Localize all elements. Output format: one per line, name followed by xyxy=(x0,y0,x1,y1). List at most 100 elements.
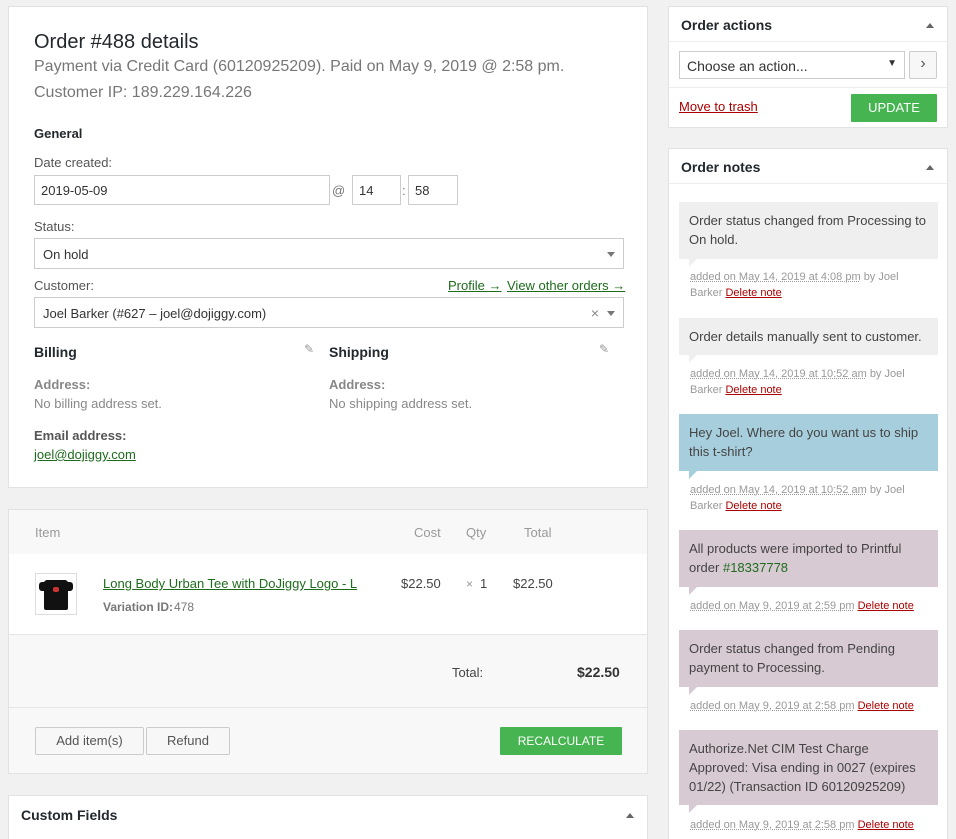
items-actions: Add item(s) Refund RECALCULATE xyxy=(9,707,647,773)
order-action-select-value: Choose an action... xyxy=(687,58,808,74)
custom-fields-title: Custom Fields xyxy=(21,807,117,823)
collapse-arrow-icon[interactable] xyxy=(926,23,934,28)
item-total: $22.50 xyxy=(513,576,553,591)
shipping-address-value: No shipping address set. xyxy=(329,396,472,411)
variation-id: 478 xyxy=(174,600,194,614)
shipping-address-label: Address: xyxy=(329,377,385,392)
date-created-input[interactable]: 2019-05-09 xyxy=(34,175,330,205)
note-date: added on May 9, 2019 at 2:58 pm xyxy=(690,700,855,712)
delete-note-link[interactable]: Delete note xyxy=(858,700,914,712)
times-symbol: × xyxy=(466,577,473,591)
delete-note-link[interactable]: Delete note xyxy=(725,500,781,512)
note-text: Order status changed from Processing to … xyxy=(689,213,926,247)
note-date: added on May 9, 2019 at 2:59 pm xyxy=(690,600,855,612)
total-column-header: Total xyxy=(524,525,551,540)
email-label: Email address: xyxy=(34,428,127,443)
note-date: added on May 9, 2019 at 2:58 pm xyxy=(690,819,855,831)
billing-heading: Billing xyxy=(34,344,77,360)
collapse-arrow-icon[interactable] xyxy=(626,813,634,818)
note-text: Authorize.Net CIM Test Charge Approved: … xyxy=(689,741,916,794)
customer-ip: Customer IP: 189.229.164.226 xyxy=(34,84,252,102)
printful-order-link[interactable]: #18337778 xyxy=(723,560,788,575)
chevron-down-icon xyxy=(607,311,615,316)
system-note: All products were imported to Printful o… xyxy=(679,530,938,587)
update-button[interactable]: UPDATE xyxy=(851,94,937,122)
status-select-value: On hold xyxy=(43,247,89,262)
note-date: added on May 14, 2019 at 10:52 am xyxy=(690,484,867,496)
delete-note-link[interactable]: Delete note xyxy=(858,600,914,612)
general-heading: General xyxy=(34,126,82,141)
order-details-panel: Order #488 details Payment via Credit Ca… xyxy=(8,6,648,488)
system-note: Authorize.Net CIM Test Charge Approved: … xyxy=(679,730,938,805)
note-meta: added on May 14, 2019 at 4:08 pm by Joel… xyxy=(690,269,920,301)
note-meta: added on May 14, 2019 at 10:52 am by Joe… xyxy=(690,366,920,398)
status-select[interactable]: On hold xyxy=(34,238,624,269)
cost-column-header: Cost xyxy=(414,525,441,540)
note-date: added on May 14, 2019 at 10:52 am xyxy=(690,368,867,380)
minute-input[interactable]: 58 xyxy=(408,175,458,205)
recalculate-button[interactable]: RECALCULATE xyxy=(500,727,622,755)
customer-select-value: Joel Barker (#627 – joel@dojiggy.com) xyxy=(43,306,266,321)
product-name-link[interactable]: Long Body Urban Tee with DoJiggy Logo - … xyxy=(103,576,357,591)
move-to-trash-link[interactable]: Move to trash xyxy=(679,99,758,114)
billing-address-label: Address: xyxy=(34,377,90,392)
view-other-orders-link[interactable]: View other orders → xyxy=(507,278,625,293)
item-cost: $22.50 xyxy=(401,576,441,591)
system-note: Order status changed from Pending paymen… xyxy=(679,630,938,687)
customer-label: Customer: xyxy=(34,278,94,293)
shipping-heading: Shipping xyxy=(329,344,389,360)
custom-fields-panel: Custom Fields xyxy=(8,795,648,839)
customer-select[interactable]: Joel Barker (#627 – joel@dojiggy.com) × xyxy=(34,297,624,328)
order-action-select[interactable]: Choose an action... ▼ xyxy=(679,51,905,79)
note-meta: added on May 9, 2019 at 2:59 pm Delete n… xyxy=(690,598,920,614)
order-note: Order details manually sent to customer. xyxy=(679,318,938,355)
at-symbol: @ xyxy=(332,183,345,198)
product-thumbnail[interactable] xyxy=(35,573,77,615)
total-label: Total: xyxy=(452,665,483,680)
edit-shipping-pencil-icon[interactable]: ✎ xyxy=(599,342,609,356)
variation-label: Variation ID: xyxy=(103,600,173,614)
clear-icon[interactable]: × xyxy=(591,305,599,321)
note-date: added on May 14, 2019 at 4:08 pm xyxy=(690,271,861,283)
refund-button[interactable]: Refund xyxy=(146,727,230,755)
delete-note-link[interactable]: Delete note xyxy=(858,819,914,831)
note-meta: added on May 9, 2019 at 2:58 pm Delete n… xyxy=(690,817,920,833)
status-label: Status: xyxy=(34,219,74,234)
divider xyxy=(669,87,947,88)
order-items-panel: Item Cost Qty Total Long Body Urban Tee … xyxy=(8,509,648,774)
divider xyxy=(669,41,947,42)
tshirt-icon xyxy=(44,580,68,610)
add-items-button[interactable]: Add item(s) xyxy=(35,727,144,755)
hour-input[interactable]: 14 xyxy=(352,175,401,205)
order-actions-panel: Order actions Choose an action... ▼ › Mo… xyxy=(668,6,948,128)
item-qty: 1 xyxy=(480,576,487,591)
edit-billing-pencil-icon[interactable]: ✎ xyxy=(304,342,314,356)
date-created-label: Date created: xyxy=(34,155,112,170)
note-text: Order status changed from Pending paymen… xyxy=(689,641,895,675)
note-text: Hey Joel. Where do you want us to ship t… xyxy=(689,425,918,459)
item-column-header: Item xyxy=(35,525,60,540)
billing-address-value: No billing address set. xyxy=(34,396,162,411)
order-notes-panel: Order notes Order status changed from Pr… xyxy=(668,148,948,839)
order-notes-title: Order notes xyxy=(681,159,760,175)
order-actions-title: Order actions xyxy=(681,17,772,33)
delete-note-link[interactable]: Delete note xyxy=(725,287,781,299)
order-totals: Total: $22.50 xyxy=(9,634,647,707)
note-meta: added on May 14, 2019 at 10:52 am by Joe… xyxy=(690,482,920,514)
collapse-arrow-icon[interactable] xyxy=(926,165,934,170)
note-meta: added on May 9, 2019 at 2:58 pm Delete n… xyxy=(690,698,920,714)
note-text: All products were imported to Printful o… xyxy=(689,541,901,575)
chevron-down-icon: ▼ xyxy=(887,58,897,69)
apply-action-button[interactable]: › xyxy=(909,51,937,79)
time-colon: : xyxy=(402,183,406,198)
delete-note-link[interactable]: Delete note xyxy=(725,384,781,396)
note-text: Order details manually sent to customer. xyxy=(689,329,922,344)
profile-link[interactable]: Profile → xyxy=(448,278,501,293)
page-title: Order #488 details xyxy=(34,31,199,54)
order-note: Order status changed from Processing to … xyxy=(679,202,938,259)
divider xyxy=(669,183,947,184)
customer-note: Hey Joel. Where do you want us to ship t… xyxy=(679,414,938,471)
email-link[interactable]: joel@dojiggy.com xyxy=(34,447,136,462)
items-table-header: Item Cost Qty Total xyxy=(9,510,647,554)
total-value: $22.50 xyxy=(577,664,620,680)
